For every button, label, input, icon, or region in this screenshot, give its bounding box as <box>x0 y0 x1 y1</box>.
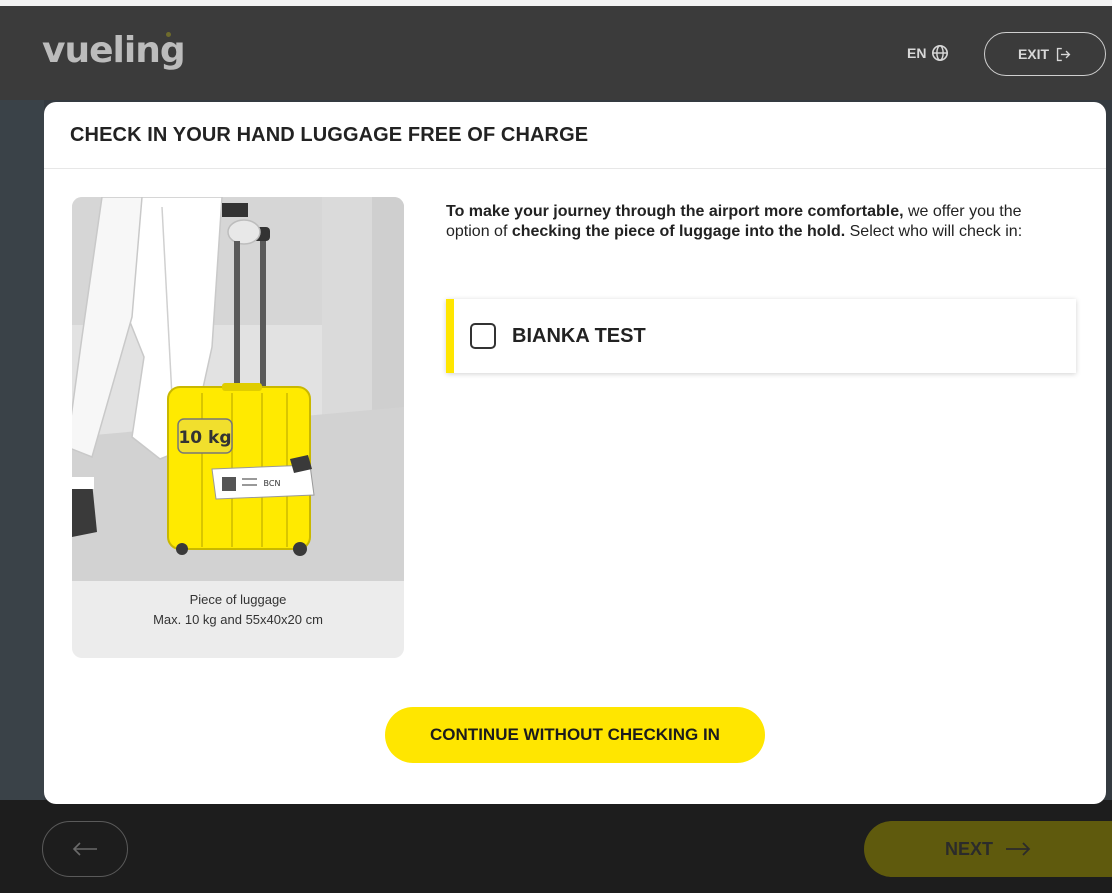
description-bold-2: checking the piece of luggage into the h… <box>511 223 846 240</box>
logo-dot <box>166 32 171 37</box>
language-selector[interactable]: EN <box>907 42 949 64</box>
next-button[interactable]: NEXT <box>864 821 1112 877</box>
luggage-illustration: 10 kg BCN <box>72 197 404 581</box>
luggage-modal: CHECK IN YOUR HAND LUGGAGE FREE OF CHARG… <box>44 102 1106 804</box>
modal-header: CHECK IN YOUR HAND LUGGAGE FREE OF CHARG… <box>44 102 1106 169</box>
language-label: EN <box>907 45 927 61</box>
luggage-caption: Piece of luggage Max. 10 kg and 55x40x20… <box>72 590 404 630</box>
arrow-right-icon <box>1006 842 1031 856</box>
passenger-checkbox[interactable] <box>470 323 496 349</box>
exit-icon <box>1056 47 1071 61</box>
exit-label: EXIT <box>1017 46 1050 62</box>
baggage-tag-code: BCN <box>264 479 281 488</box>
luggage-illustration-card: 10 kg BCN Piece of luggage Max. 10 kg an… <box>72 197 404 658</box>
luggage-caption-dimensions: Max. 10 kg and 55x40x20 cm <box>153 612 323 627</box>
next-label: NEXT <box>944 838 993 859</box>
vueling-logo: vueling <box>42 30 186 71</box>
top-bar: vueling EN EXIT <box>0 0 1112 100</box>
passenger-name: BIANKA TEST <box>512 324 646 347</box>
luggage-caption-title: Piece of luggage <box>189 592 287 607</box>
backdrop-edge <box>0 100 44 800</box>
arrow-left-icon <box>72 842 97 856</box>
modal-title: CHECK IN YOUR HAND LUGGAGE FREE OF CHARG… <box>70 123 589 146</box>
exit-button[interactable]: EXIT <box>984 32 1106 76</box>
description-text-3: Select who will check in: <box>845 223 1023 240</box>
passenger-row[interactable]: BIANKA TEST <box>446 299 1076 373</box>
globe-icon <box>932 44 949 62</box>
description-bold-1: To make your journey through the airport… <box>446 203 904 220</box>
weight-tag-text: 10 kg <box>178 428 231 448</box>
back-button[interactable] <box>42 821 128 877</box>
description-text: To make your journey through the airport… <box>446 202 1066 242</box>
continue-without-checking-in-button[interactable]: CONTINUE WITHOUT CHECKING IN <box>385 707 765 763</box>
